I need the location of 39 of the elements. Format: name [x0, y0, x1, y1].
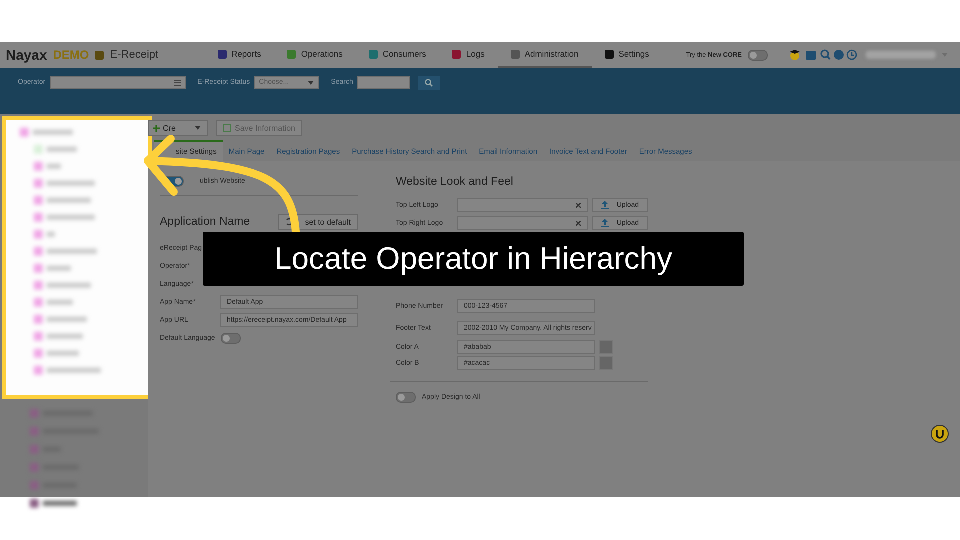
- graduation-cap-icon[interactable]: [790, 50, 800, 60]
- product-name: E-Receipt: [110, 49, 159, 61]
- default-language-toggle[interactable]: [221, 333, 242, 344]
- color-swatch[interactable]: [599, 356, 613, 370]
- undo-icon: [285, 218, 294, 226]
- search-button[interactable]: [418, 76, 440, 90]
- apply-design-toggle[interactable]: [396, 392, 416, 403]
- upload-icon: [600, 201, 609, 209]
- tutorial-caption: Locate Operator in Hierarchy: [203, 232, 744, 286]
- logo-field[interactable]: [457, 216, 588, 230]
- nav-tab[interactable]: Logs: [439, 42, 498, 68]
- reset-button[interactable]: set to default: [278, 214, 358, 230]
- clear-icon[interactable]: [576, 202, 581, 208]
- upload-icon: [600, 219, 609, 227]
- color-swatch[interactable]: [599, 340, 613, 354]
- help-badge-icon[interactable]: [931, 425, 949, 443]
- nayax-logo: Nayax: [6, 47, 48, 63]
- caret-icon: [308, 80, 314, 84]
- nav-tab[interactable]: Reports: [204, 42, 274, 68]
- search-field[interactable]: [357, 76, 410, 89]
- section-title: Application Name: [160, 216, 250, 228]
- nav-tab[interactable]: Consumers: [356, 42, 440, 68]
- plus-icon: [153, 124, 160, 132]
- clock-icon[interactable]: [846, 50, 858, 60]
- create-button[interactable]: Cre: [148, 120, 208, 136]
- nav-tab[interactable]: Operations: [274, 42, 356, 68]
- search-icon[interactable]: [820, 50, 831, 60]
- search-icon: [425, 79, 434, 87]
- list-icon: [174, 80, 181, 86]
- section-title: Website Look and Feel: [396, 176, 514, 188]
- operator-field[interactable]: [50, 76, 186, 89]
- blurred-user-name: [866, 51, 936, 59]
- core-toggle[interactable]: [748, 50, 768, 60]
- save-icon: [223, 124, 231, 132]
- nav-tab[interactable]: Settings: [592, 42, 662, 68]
- caret-icon: [195, 126, 201, 130]
- clear-icon[interactable]: [576, 220, 581, 226]
- demo-label: DEMO: [53, 48, 90, 62]
- logo-field[interactable]: [457, 198, 588, 212]
